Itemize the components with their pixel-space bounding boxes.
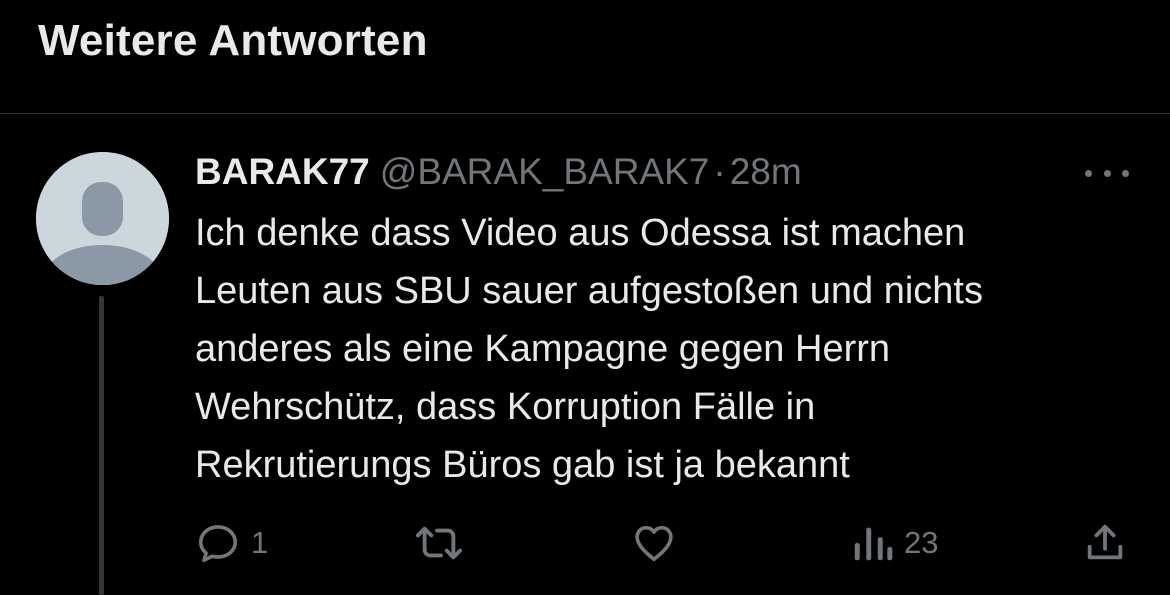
tweet-actions: 1 23 xyxy=(0,508,1170,578)
tweet-text-line: Ich denke dass Video aus Odessa ist mach… xyxy=(195,212,966,254)
heart-icon xyxy=(635,525,673,562)
section-title: Weitere Antworten xyxy=(38,16,428,65)
reply-count: 1 xyxy=(251,525,269,560)
tweet-text-line: Leuten aus SBU sauer aufgestoßen und nic… xyxy=(195,270,983,312)
default-avatar-icon xyxy=(36,152,169,285)
timestamp[interactable]: 28m xyxy=(730,151,802,192)
views-button[interactable]: 23 xyxy=(850,508,938,578)
display-name[interactable]: BARAK77 xyxy=(195,151,370,192)
views-icon xyxy=(854,527,893,561)
tweet-text-line: Wehrschütz, dass Korruption Fälle in xyxy=(195,386,816,428)
reply-icon xyxy=(198,525,238,563)
share-button[interactable] xyxy=(1082,508,1128,578)
section-header: Weitere Antworten xyxy=(0,0,1170,114)
tweet-text-line: Rekrutierungs Büros gab ist ja bekannt xyxy=(195,444,850,486)
avatar[interactable] xyxy=(36,152,169,285)
share-icon xyxy=(1087,524,1123,560)
retweet-button[interactable] xyxy=(411,508,467,578)
tweet-header: BARAK77 @BARAK_BARAK7 · 28m xyxy=(195,146,802,198)
reply-button[interactable]: 1 xyxy=(195,508,268,578)
separator-dot: · xyxy=(713,151,726,192)
like-button[interactable] xyxy=(630,508,678,578)
retweet-icon xyxy=(416,526,463,560)
more-options-icon[interactable] xyxy=(1083,158,1131,188)
user-handle[interactable]: @BARAK_BARAK7 xyxy=(380,151,710,192)
tweet-text: Ich denke dass Video aus Odessa ist mach… xyxy=(195,204,1145,494)
views-count: 23 xyxy=(904,525,939,560)
tweet-text-line: anderes als eine Kampagne gegen Herrn xyxy=(195,328,891,370)
